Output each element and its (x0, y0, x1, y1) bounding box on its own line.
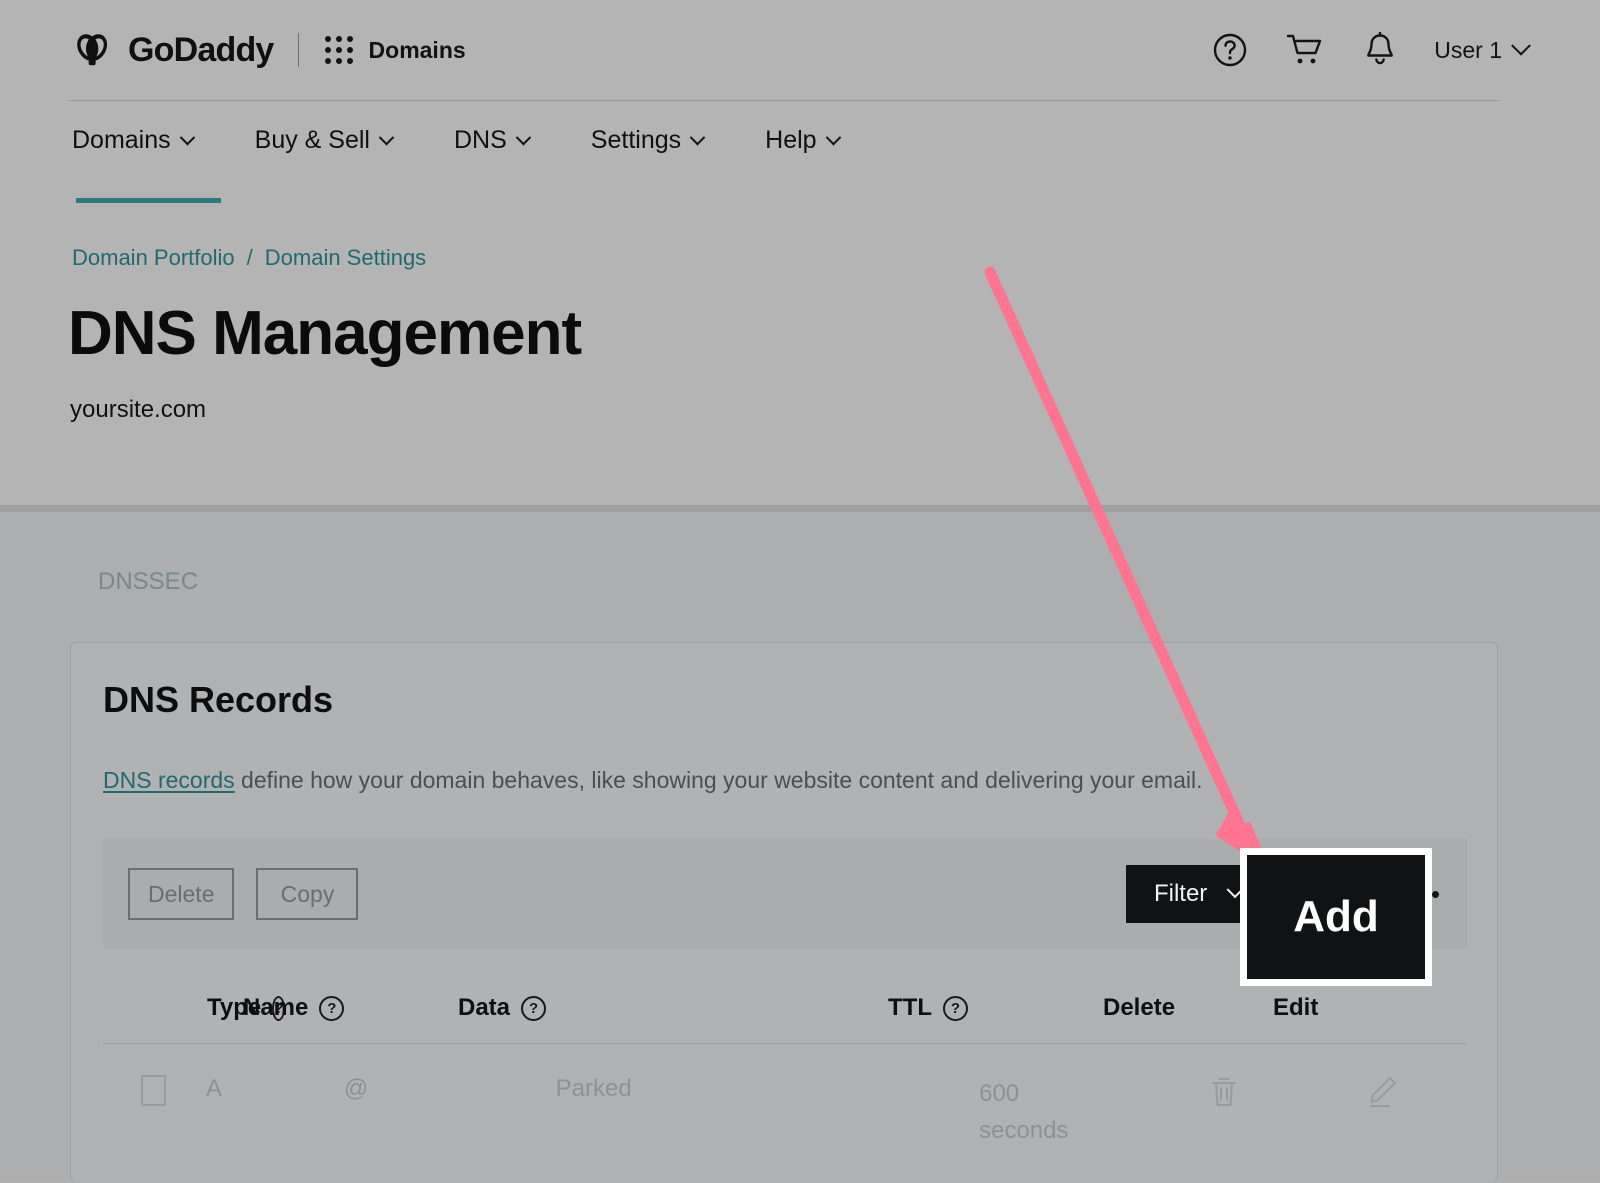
grid-apps-icon (325, 36, 353, 64)
row-checkbox[interactable] (141, 1075, 166, 1106)
table-row: A @ Parked 600 seconds (103, 1045, 1467, 1182)
user-menu-label: User 1 (1434, 37, 1502, 64)
apps-switcher[interactable]: Domains (325, 36, 466, 64)
nav-item-help[interactable]: Help (765, 126, 838, 155)
column-header-type: Type ? (103, 994, 243, 1022)
column-header-data: Data ? (458, 994, 888, 1022)
help-icon-ttl[interactable]: ? (943, 996, 968, 1021)
add-button-highlight[interactable]: Add (1247, 855, 1425, 979)
chevron-down-icon (179, 130, 195, 146)
cell-ttl-unit: seconds (979, 1112, 1068, 1149)
cell-data: Parked (556, 1075, 979, 1103)
dns-records-title: DNS Records (103, 679, 333, 721)
user-menu[interactable]: User 1 (1434, 37, 1528, 64)
delete-button[interactable]: Delete (128, 868, 234, 920)
nav-active-underline (76, 198, 221, 203)
pencil-icon[interactable] (1367, 1075, 1399, 1109)
cell-name: @ (344, 1075, 556, 1103)
chevron-down-icon (825, 130, 841, 146)
dns-records-link[interactable]: DNS records (103, 767, 235, 793)
column-header-delete: Delete (1103, 994, 1273, 1022)
chevron-down-icon (1511, 36, 1531, 56)
column-label: Edit (1273, 994, 1318, 1022)
brand-divider (298, 33, 299, 67)
trash-icon[interactable] (1209, 1075, 1239, 1109)
chevron-down-icon (516, 130, 532, 146)
primary-nav: Domains Buy & Sell DNS Settings Help (72, 126, 901, 155)
nav-item-settings[interactable]: Settings (591, 126, 703, 155)
nav-item-label: Buy & Sell (255, 126, 370, 155)
cell-delete (1191, 1075, 1359, 1109)
copy-button[interactable]: Copy (256, 868, 358, 920)
column-label: Delete (1103, 994, 1175, 1022)
notification-bell-icon[interactable] (1364, 32, 1396, 68)
chevron-down-icon (690, 130, 706, 146)
column-header-ttl: TTL ? (888, 994, 1103, 1022)
cell-ttl-value: 600 (979, 1075, 1019, 1112)
cell-ttl: 600 seconds (979, 1075, 1191, 1149)
header-divider (68, 100, 1500, 101)
help-circle-icon[interactable] (1212, 32, 1248, 68)
page-subtitle-domain: yoursite.com (70, 396, 206, 424)
header-actions: User 1 (1212, 32, 1528, 68)
column-header-name: Name ? (243, 994, 458, 1022)
help-icon-name[interactable]: ? (319, 996, 344, 1021)
apps-switcher-label: Domains (369, 37, 466, 64)
filter-button-label: Filter (1154, 880, 1207, 908)
godaddy-logo-icon (72, 28, 116, 72)
global-header: GoDaddy Domains (0, 0, 1600, 100)
tab-dnssec[interactable]: DNSSEC (98, 568, 198, 596)
brand-name: GoDaddy (128, 33, 274, 67)
nav-item-dns[interactable]: DNS (454, 126, 529, 155)
breadcrumb-item-domain-portfolio[interactable]: Domain Portfolio (72, 245, 235, 271)
top-section: GoDaddy Domains (0, 0, 1600, 505)
breadcrumb-item-domain-settings[interactable]: Domain Settings (265, 245, 426, 271)
table-header-divider (103, 1043, 1467, 1044)
cell-edit (1359, 1075, 1467, 1109)
nav-item-label: Help (765, 126, 816, 155)
godaddy-brand[interactable]: GoDaddy (72, 28, 274, 72)
section-divider (0, 505, 1600, 512)
column-label: Name (243, 994, 308, 1022)
row-select-cell (103, 1075, 206, 1106)
nav-item-label: DNS (454, 126, 507, 155)
help-icon-data[interactable]: ? (521, 996, 546, 1021)
dns-records-description: DNS records define how your domain behav… (103, 767, 1203, 794)
cell-type: A (206, 1075, 344, 1103)
column-label: Data (458, 994, 510, 1022)
nav-item-buy-sell[interactable]: Buy & Sell (255, 126, 392, 155)
page-title: DNS Management (68, 300, 581, 368)
chevron-down-icon (379, 130, 395, 146)
nav-item-label: Settings (591, 126, 681, 155)
nav-item-label: Domains (72, 126, 171, 155)
godaddy-dns-management-page: GoDaddy Domains (0, 0, 1600, 1178)
dns-records-description-text: define how your domain behaves, like sho… (235, 767, 1203, 793)
breadcrumb-separator: / (247, 245, 253, 271)
nav-item-domains[interactable]: Domains (72, 126, 193, 155)
column-label: TTL (888, 994, 932, 1022)
add-button-callout: Add (1240, 848, 1432, 986)
breadcrumb: Domain Portfolio / Domain Settings (72, 245, 426, 271)
shopping-cart-icon[interactable] (1286, 33, 1326, 67)
column-header-edit: Edit (1273, 994, 1383, 1022)
